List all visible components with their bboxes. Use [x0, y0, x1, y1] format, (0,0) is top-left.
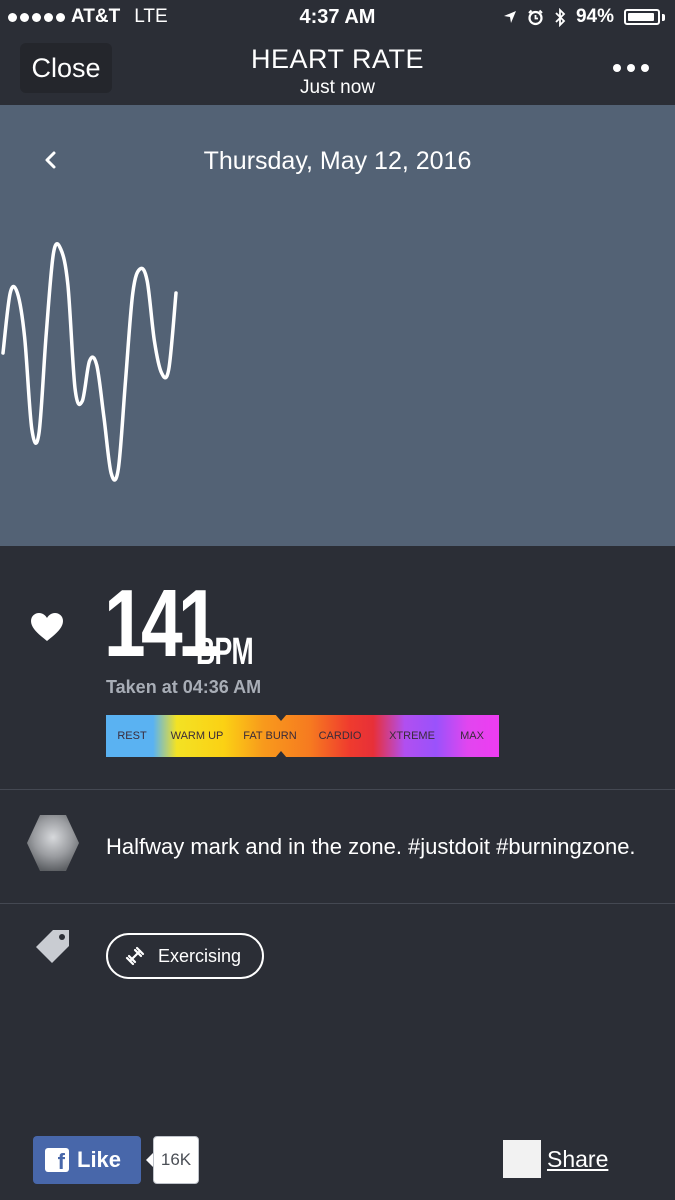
page-subtitle: Just now: [300, 77, 375, 98]
taken-at-label: Taken at 04:36 AM: [106, 677, 262, 697]
like-count-nub: [146, 1153, 153, 1167]
zone-label-rest: REST: [117, 730, 147, 742]
heart-rate-line: [1, 242, 178, 482]
heart-icon: [31, 613, 63, 641]
activity-tag[interactable]: Exercising: [106, 933, 264, 979]
bluetooth-icon: [555, 7, 566, 27]
like-label: Like: [77, 1147, 122, 1172]
page-title: HEART RATE: [250, 44, 425, 74]
battery-fill: [628, 13, 655, 21]
nav-header: Close HEART RATE Just now: [0, 34, 675, 105]
location-arrow-icon: [503, 11, 516, 23]
zone-label-fat-burn: FAT BURN: [243, 730, 297, 742]
zone-label-max: MAX: [460, 730, 484, 742]
zone-marker-bottom: [275, 751, 287, 758]
divider: [0, 789, 675, 790]
tag-icon: [36, 930, 69, 963]
battery-icon: [624, 9, 660, 25]
comment-text: Halfway mark and in the zone. #justdoit …: [106, 834, 636, 859]
battery-tip: [662, 13, 665, 21]
alarm-icon: [528, 9, 543, 25]
bpm-unit: BPM: [196, 631, 254, 673]
like-count: 16K: [153, 1136, 199, 1184]
ellipsis-icon[interactable]: [613, 64, 649, 72]
battery-percent: 94%: [575, 6, 614, 27]
zone-label-warm-up: WARM UP: [170, 730, 224, 742]
status-right: 94%: [503, 6, 665, 28]
share-icon[interactable]: [503, 1140, 541, 1178]
zone-label-cardio: CARDIO: [318, 730, 362, 742]
chart-date: Thursday, May 12, 2016: [203, 147, 472, 175]
activity-tag-label: Exercising: [158, 945, 242, 966]
reading-section: 141 BPM Taken at 04:36 AM REST WARM UP F…: [0, 546, 675, 790]
avatar[interactable]: [27, 815, 79, 871]
divider: [0, 903, 675, 904]
heart-rate-zone-bar: REST WARM UP FAT BURN CARDIO XTREME MAX: [106, 714, 499, 758]
facebook-like-button[interactable]: f Like: [33, 1136, 141, 1184]
facebook-icon: f: [45, 1148, 69, 1172]
dumbbell-icon: [125, 946, 145, 966]
heart-rate-chart-panel: Thursday, May 12, 2016: [0, 105, 675, 546]
zone-marker-top: [275, 714, 287, 721]
status-bar: AT&T LTE 4:37 AM 94%: [0, 0, 675, 34]
share-link[interactable]: Share: [547, 1146, 608, 1173]
zone-label-xtreme: XTREME: [389, 730, 435, 742]
